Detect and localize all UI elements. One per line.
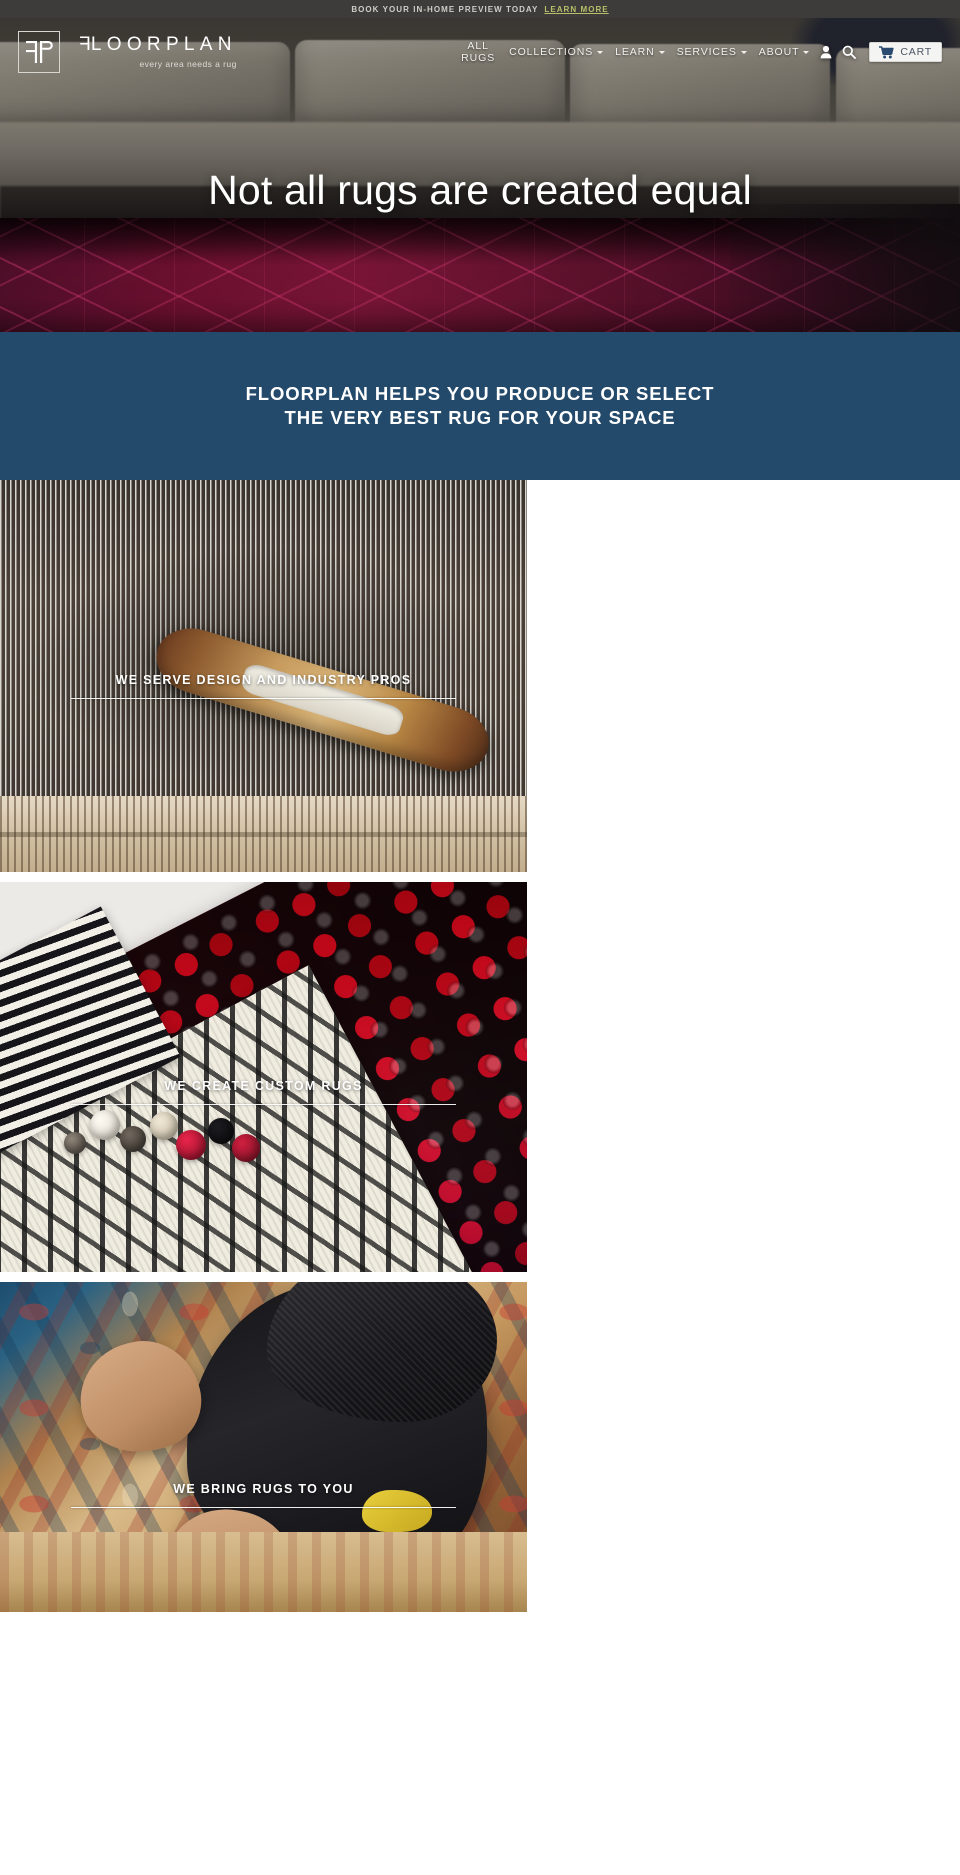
user-icon — [821, 45, 832, 59]
shopping-cart-icon — [879, 45, 895, 58]
announcement-text: BOOK YOUR IN-HOME PREVIEW TODAY — [351, 4, 539, 14]
loose-pompom — [232, 1134, 260, 1162]
tile-caption-text: WE CREATE CUSTOM RUGS — [164, 1079, 363, 1093]
nav-label: COLLECTIONS — [509, 46, 594, 58]
logo-wordmark: FLOORPLAN — [74, 34, 237, 55]
nav-item-services[interactable]: SERVICES — [671, 46, 753, 58]
nav-label: ABOUT — [758, 46, 800, 58]
tile-caption-block: WE BRING RUGS TO YOU — [0, 1482, 527, 1508]
site-header: FLOORPLAN every area needs a rug ALL RUG… — [0, 18, 960, 86]
sofa-seat — [0, 122, 960, 196]
chevron-down-icon — [658, 51, 665, 54]
loose-pompom — [90, 1110, 120, 1140]
search-icon — [843, 45, 857, 59]
rug-border-bottom — [0, 1532, 527, 1612]
account-button[interactable] — [815, 45, 837, 59]
logo[interactable]: FLOORPLAN every area needs a rug — [18, 31, 237, 73]
logo-monogram-icon — [18, 31, 60, 73]
learn-more-link[interactable]: LEARN MORE — [544, 5, 608, 14]
loose-pompom — [120, 1126, 146, 1152]
loose-pompom — [64, 1132, 86, 1154]
cart-label: CART — [900, 46, 932, 58]
loose-pompom — [176, 1130, 206, 1160]
main-navigation: ALL RUGS COLLECTIONS LEARN SERVICES ABOU… — [455, 40, 942, 65]
tile-caption-rule — [71, 1507, 456, 1508]
loose-pompom — [150, 1112, 178, 1140]
tile-caption-rule — [71, 1104, 456, 1105]
nav-item-all-rugs[interactable]: ALL RUGS — [455, 40, 503, 65]
tile-caption-text: WE BRING RUGS TO YOU — [173, 1482, 354, 1496]
chevron-down-icon — [740, 51, 747, 54]
search-button[interactable] — [837, 45, 861, 59]
feature-tiles: WE SERVE DESIGN AND INDUSTRY PROS WE CRE… — [0, 480, 960, 1612]
hero-vignette — [730, 204, 960, 332]
promo-line-1: FLOORPLAN HELPS YOU PRODUCE OR SELECT — [245, 383, 715, 405]
logo-text-block: FLOORPLAN every area needs a rug — [74, 34, 237, 69]
announcement-bar: BOOK YOUR IN-HOME PREVIEW TODAY LEARN MO… — [0, 0, 960, 18]
nav-label-line1: ALL — [467, 39, 489, 52]
logo-wordmark-rest: LOORPLAN — [90, 34, 237, 55]
nav-item-collections[interactable]: COLLECTIONS — [503, 46, 609, 58]
loose-pompom — [208, 1118, 234, 1144]
cart-button[interactable]: CART — [869, 42, 942, 62]
nav-label-line2: RUGS — [461, 52, 496, 64]
feature-tile-delivery[interactable]: WE BRING RUGS TO YOU — [0, 1282, 527, 1612]
feature-tile-custom-rugs[interactable]: WE CREATE CUSTOM RUGS — [0, 882, 527, 1272]
chevron-down-icon — [597, 51, 604, 54]
nav-item-learn[interactable]: LEARN — [609, 46, 671, 58]
logo-tagline: every area needs a rug — [139, 59, 237, 69]
promo-banner: FLOORPLAN HELPS YOU PRODUCE OR SELECT TH… — [0, 332, 960, 480]
tile-caption-rule — [71, 698, 456, 699]
tile-caption-block: WE SERVE DESIGN AND INDUSTRY PROS — [0, 673, 527, 699]
nav-item-about[interactable]: ABOUT — [753, 46, 816, 58]
nav-label: SERVICES — [676, 46, 737, 58]
feature-tile-design-pros[interactable]: WE SERVE DESIGN AND INDUSTRY PROS — [0, 480, 527, 872]
nav-label: LEARN — [615, 46, 655, 58]
pompom-board-image — [0, 882, 527, 1272]
tile-caption-block: WE CREATE CUSTOM RUGS — [0, 1079, 527, 1105]
promo-line-2: THE VERY BEST RUG FOR YOUR SPACE — [284, 407, 676, 428]
persian-rug-image — [0, 1282, 527, 1612]
chevron-down-icon — [803, 51, 810, 54]
loom-base — [0, 796, 527, 872]
tile-caption-text: WE SERVE DESIGN AND INDUSTRY PROS — [115, 673, 412, 687]
